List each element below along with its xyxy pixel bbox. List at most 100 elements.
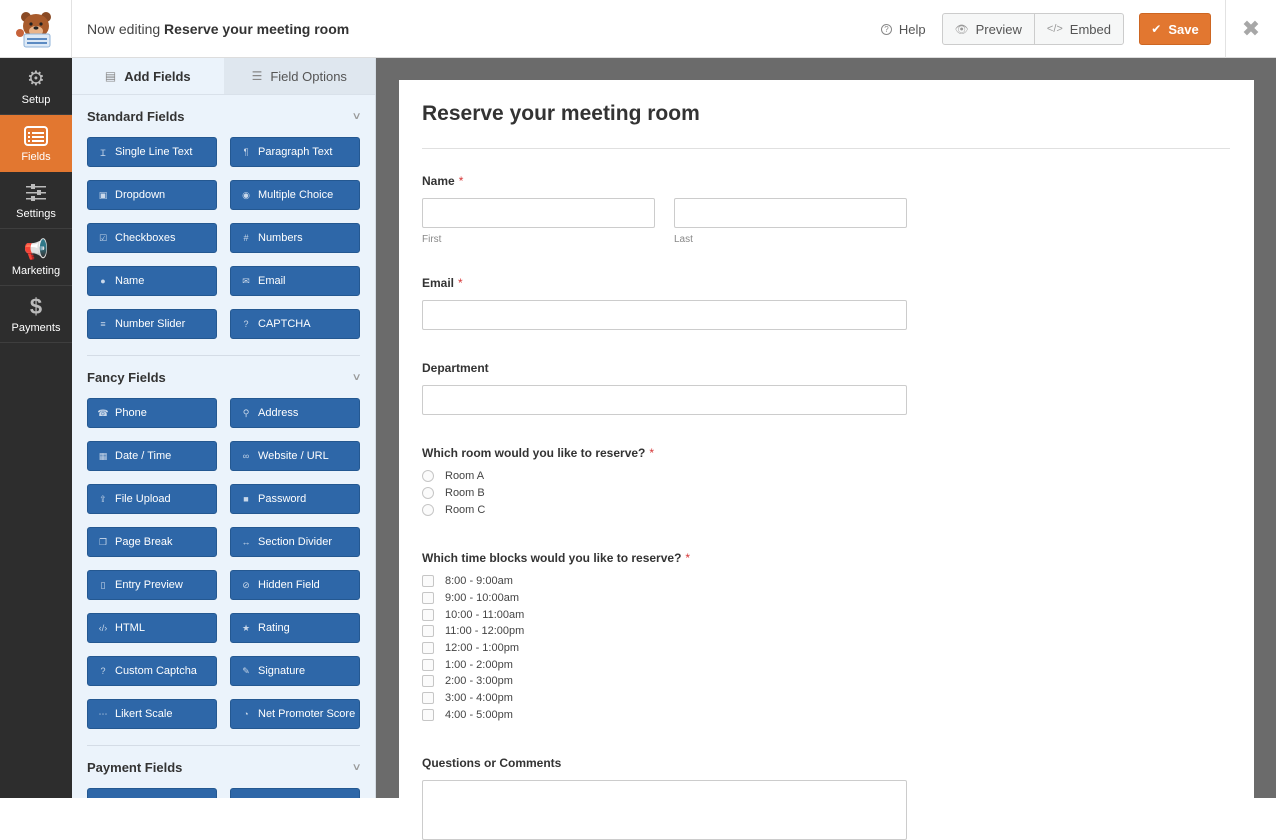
time-checkbox-control[interactable] — [422, 592, 434, 605]
time-checkbox-option[interactable]: 8:00 - 9:00am — [422, 573, 524, 590]
label-text: Which room would you like to reserve? — [422, 446, 646, 460]
field-button-name[interactable]: ● Name — [87, 266, 217, 296]
tab-label: Field Options — [270, 68, 347, 84]
question-circle-icon: ? — [243, 319, 249, 329]
section-payment-fields[interactable]: Payment Fields ∨ — [72, 746, 375, 788]
room-radio-control[interactable] — [422, 487, 434, 500]
field-button-page-break[interactable]: ❐ Page Break — [87, 527, 217, 557]
field-button-single-line-text[interactable]: Ɪ Single Line Text — [87, 137, 217, 167]
help-button[interactable]: ? Help — [880, 21, 926, 37]
eye-icon: 👁 — [954, 23, 969, 36]
field-button-hidden-field[interactable]: ⊘ Hidden Field — [230, 570, 360, 600]
room-radio-option-label: Room C — [445, 503, 486, 516]
preview-button[interactable]: 👁 Preview — [943, 14, 1034, 44]
tab-add-fields[interactable]: ▤ Add Fields — [72, 58, 224, 94]
top-bar: Now editing Reserve your meeting room ? … — [0, 0, 1276, 58]
time-checkbox-control[interactable] — [422, 675, 434, 688]
time-checkbox-control[interactable] — [422, 642, 434, 655]
field-button-signature[interactable]: ✎ Signature — [230, 656, 360, 686]
field-button-custom-captcha[interactable]: ? Custom Captcha — [87, 656, 217, 686]
field-button-dropdown[interactable]: ▣ Dropdown — [87, 180, 217, 210]
save-button[interactable]: ✔ Save — [1139, 13, 1211, 45]
field-button-file-upload[interactable]: ⇪ File Upload — [87, 484, 217, 514]
field-button-date-time[interactable]: ▦ Date / Time — [87, 441, 217, 471]
department-input[interactable] — [422, 385, 907, 415]
field-button-address[interactable]: ⚲ Address — [230, 398, 360, 428]
email-input[interactable] — [422, 300, 907, 330]
field-button-multiple-choice[interactable]: ◉ Multiple Choice — [230, 180, 360, 210]
field-button-label: Multiple Choice — [258, 189, 334, 201]
comments-textarea[interactable] — [422, 780, 907, 840]
builder-sidebar-nav: ⚙ Setup Fields Settings 📢 Marketing $ Pa… — [0, 58, 72, 798]
nav-item-payments[interactable]: $ Payments — [0, 286, 72, 343]
nav-item-setup[interactable]: ⚙ Setup — [0, 58, 72, 115]
time-checkbox-option[interactable]: 10:00 - 11:00am — [422, 606, 524, 623]
section-title: Fancy Fields — [87, 369, 166, 385]
close-button[interactable]: ✖ — [1225, 0, 1276, 58]
room-radio-group: Room A Room B Room C — [422, 468, 485, 518]
time-checkbox-option[interactable]: 2:00 - 3:00pm — [422, 673, 524, 690]
time-checkbox-control[interactable] — [422, 608, 434, 621]
room-radio-option[interactable]: Room B — [422, 485, 485, 502]
field-button-number-slider[interactable]: ≡ Number Slider — [87, 309, 217, 339]
field-button-likert-scale[interactable]: ⋯ Likert Scale — [87, 699, 217, 729]
email-field-label: Email * — [422, 276, 463, 290]
name-last-input[interactable] — [674, 198, 907, 228]
field-button-email[interactable]: ✉ Email — [230, 266, 360, 296]
field-button-checkboxes[interactable]: ☑ Checkboxes — [87, 223, 217, 253]
field-button-paragraph-text[interactable]: ¶ Paragraph Text — [230, 137, 360, 167]
field-button-html[interactable]: ‹/› HTML — [87, 613, 217, 643]
field-button-label: Address — [258, 407, 299, 419]
time-checkbox-control[interactable] — [422, 658, 434, 671]
time-checkbox-option[interactable]: 4:00 - 5:00pm — [422, 707, 524, 724]
field-button-website-url[interactable]: ∞ Website / URL — [230, 441, 360, 471]
field-button-phone[interactable]: ☎ Phone — [87, 398, 217, 428]
time-checkbox-control[interactable] — [422, 692, 434, 705]
editing-prefix: Now editing — [87, 20, 161, 37]
room-radio-control[interactable] — [422, 503, 434, 516]
time-checkbox-option[interactable]: 1:00 - 2:00pm — [422, 656, 524, 673]
help-label: Help — [898, 21, 926, 37]
name-first-input[interactable] — [422, 198, 655, 228]
section-fancy-fields[interactable]: Fancy Fields ∨ — [72, 356, 375, 398]
field-button-captcha[interactable]: ? CAPTCHA — [230, 309, 360, 339]
time-checkbox-control[interactable] — [422, 625, 434, 638]
pencil-icon: ✎ — [242, 665, 250, 676]
time-checkbox-option-label: 2:00 - 3:00pm — [445, 675, 513, 688]
section-standard-fields[interactable]: Standard Fields ∨ — [72, 95, 375, 137]
field-button-partial[interactable] — [87, 788, 217, 798]
field-button-password[interactable]: ■ Password — [230, 484, 360, 514]
field-button-label: Hidden Field — [258, 579, 320, 591]
preview-embed-group: 👁 Preview </> Embed — [941, 13, 1124, 45]
field-button-rating[interactable]: ★ Rating — [230, 613, 360, 643]
nav-item-fields[interactable]: Fields — [0, 115, 72, 172]
chevron-down-icon: ∨ — [351, 371, 362, 383]
embed-button[interactable]: </> Embed — [1033, 14, 1123, 44]
time-checkbox-option[interactable]: 12:00 - 1:00pm — [422, 640, 524, 657]
time-checkbox-control[interactable] — [422, 575, 434, 588]
tab-field-options[interactable]: ☰ Field Options — [223, 58, 375, 94]
field-button-numbers[interactable]: # Numbers — [230, 223, 360, 253]
field-button-label: Likert Scale — [115, 708, 173, 720]
field-button-net-promoter-score[interactable]: ◔ Net Promoter Score — [230, 699, 360, 729]
time-checkbox-control[interactable] — [422, 708, 434, 721]
time-checkbox-option[interactable]: 11:00 - 12:00pm — [422, 623, 524, 640]
name-last-sublabel: Last — [674, 234, 693, 245]
time-checkbox-option[interactable]: 9:00 - 10:00am — [422, 590, 524, 607]
field-button-label: File Upload — [115, 493, 171, 505]
field-button-label: Rating — [258, 622, 290, 634]
list-alt-icon: ▤ — [104, 69, 117, 83]
copy-icon: ❐ — [98, 536, 108, 547]
nav-item-settings[interactable]: Settings — [0, 172, 72, 229]
nav-item-marketing[interactable]: 📢 Marketing — [0, 229, 72, 286]
room-radio-option[interactable]: Room C — [422, 501, 485, 518]
arrows-h-icon: ↔ — [241, 537, 251, 547]
code-icon: </> — [1046, 23, 1063, 35]
star-icon: ★ — [241, 622, 251, 633]
room-radio-option[interactable]: Room A — [422, 468, 485, 485]
field-button-section-divider[interactable]: ↔ Section Divider — [230, 527, 360, 557]
time-checkbox-option[interactable]: 3:00 - 4:00pm — [422, 690, 524, 707]
field-button-partial[interactable] — [230, 788, 360, 798]
room-radio-control[interactable] — [422, 470, 434, 483]
field-button-entry-preview[interactable]: ▯ Entry Preview — [87, 570, 217, 600]
